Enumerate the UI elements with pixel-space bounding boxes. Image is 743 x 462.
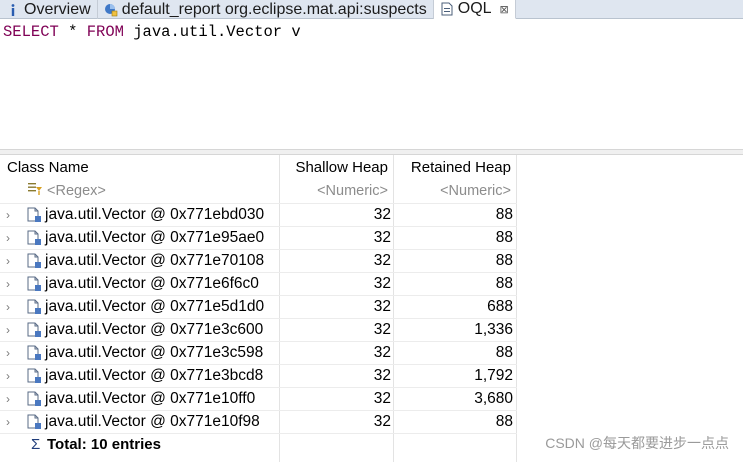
cell-retained-heap: 88 — [495, 344, 513, 361]
column-header-retained-heap[interactable]: Retained Heap — [394, 155, 515, 180]
expand-arrow-icon[interactable]: › — [6, 365, 16, 387]
table-row[interactable]: › java.util.Vector @ 0x771ebd030 32 88 — [0, 203, 517, 226]
tab-default-report[interactable]: default_report org.eclipse.mat.api:suspe… — [98, 0, 434, 19]
query-text: * — [58, 23, 87, 41]
query-keyword-select: SELECT — [3, 23, 59, 41]
object-instance-icon — [26, 368, 42, 384]
column-header-class-name[interactable]: Class Name — [7, 155, 277, 180]
cell-shallow-heap: 32 — [373, 275, 391, 292]
expand-arrow-icon[interactable]: › — [6, 204, 16, 226]
watermark: CSDN @每天都要进步一点点 — [545, 435, 729, 451]
editor-tab-bar: Overview default_report org.eclipse.mat.… — [0, 0, 743, 19]
oql-query-editor[interactable]: SELECT * FROM java.util.Vector v — [0, 20, 743, 148]
cell-class-name: java.util.Vector @ 0x771e3c598 — [45, 344, 264, 361]
tab-label: default_report org.eclipse.mat.api:suspe… — [121, 0, 427, 18]
cell-class-name: java.util.Vector @ 0x771e3bcd8 — [45, 367, 264, 384]
expand-arrow-icon[interactable]: › — [6, 250, 16, 272]
total-row: Σ Total: 10 entries — [0, 433, 517, 456]
close-icon[interactable]: ⊠ — [500, 3, 509, 16]
object-instance-icon — [26, 391, 42, 407]
table-row[interactable]: › java.util.Vector @ 0x771e3bcd8 32 1,792 — [0, 364, 517, 387]
cell-shallow-heap: 32 — [373, 229, 391, 246]
table-row[interactable]: › java.util.Vector @ 0x771e10f98 32 88 — [0, 410, 517, 433]
object-instance-icon — [26, 322, 42, 338]
filter-retained-input[interactable]: <Numeric> — [394, 180, 515, 202]
expand-arrow-icon[interactable]: › — [6, 411, 16, 433]
query-text: java.util.Vector v — [123, 23, 301, 41]
object-instance-icon — [26, 253, 42, 269]
cell-retained-heap: 88 — [495, 206, 513, 223]
query-keyword-from: FROM — [86, 23, 124, 41]
tab-overview[interactable]: Overview — [0, 0, 98, 19]
object-instance-icon — [26, 345, 42, 361]
expand-arrow-icon[interactable]: › — [6, 342, 16, 364]
cell-retained-heap: 88 — [495, 229, 513, 246]
cell-shallow-heap: 32 — [373, 390, 391, 407]
table-row[interactable]: › java.util.Vector @ 0x771e6f6c0 32 88 — [0, 272, 517, 295]
cell-class-name: java.util.Vector @ 0x771e5d1d0 — [45, 298, 265, 315]
table-row[interactable]: › java.util.Vector @ 0x771e3c600 32 1,336 — [0, 318, 517, 341]
table-row[interactable]: › java.util.Vector @ 0x771e3c598 32 88 — [0, 341, 517, 364]
filter-shallow-input[interactable]: <Numeric> — [280, 180, 392, 202]
table-row[interactable]: › java.util.Vector @ 0x771e70108 32 88 — [0, 249, 517, 272]
cell-shallow-heap: 32 — [373, 206, 391, 223]
result-table: Class Name Shallow Heap Retained Heap <R… — [0, 155, 743, 462]
cell-retained-heap: 688 — [487, 298, 513, 315]
cell-class-name: java.util.Vector @ 0x771e3c600 — [45, 321, 264, 338]
table-row[interactable]: › java.util.Vector @ 0x771e5d1d0 32 688 — [0, 295, 517, 318]
table-row[interactable]: › java.util.Vector @ 0x771e10ff0 32 3,680 — [0, 387, 517, 410]
expand-arrow-icon[interactable]: › — [6, 227, 16, 249]
cell-shallow-heap: 32 — [373, 413, 391, 430]
object-instance-icon — [26, 414, 42, 430]
expand-arrow-icon[interactable]: › — [6, 296, 16, 318]
sum-icon: Σ — [31, 436, 41, 453]
info-icon — [6, 3, 20, 17]
object-instance-icon — [26, 276, 42, 292]
cell-shallow-heap: 32 — [373, 321, 391, 338]
object-instance-icon — [26, 230, 42, 246]
report-icon — [104, 3, 118, 17]
cell-class-name: java.util.Vector @ 0x771ebd030 — [45, 206, 265, 223]
total-label: Total: 10 entries — [47, 436, 161, 453]
column-header-shallow-heap[interactable]: Shallow Heap — [280, 155, 392, 180]
cell-shallow-heap: 32 — [373, 367, 391, 384]
cell-class-name: java.util.Vector @ 0x771e10f98 — [45, 413, 260, 430]
tab-label: OQL — [457, 0, 492, 17]
cell-retained-heap: 88 — [495, 275, 513, 292]
tab-oql[interactable]: OQL ⊠ — [433, 0, 516, 19]
oql-icon — [440, 2, 454, 16]
cell-retained-heap: 3,680 — [474, 390, 513, 407]
expand-arrow-icon[interactable]: › — [6, 273, 16, 295]
cell-shallow-heap: 32 — [373, 344, 391, 361]
cell-class-name: java.util.Vector @ 0x771e10ff0 — [45, 390, 256, 407]
cell-shallow-heap: 32 — [373, 298, 391, 315]
object-instance-icon — [26, 299, 42, 315]
cell-retained-heap: 88 — [495, 252, 513, 269]
tab-label: Overview — [24, 0, 91, 18]
filter-regex-input[interactable]: <Regex> — [47, 180, 277, 202]
object-instance-icon — [26, 207, 42, 223]
cell-class-name: java.util.Vector @ 0x771e70108 — [45, 252, 265, 269]
table-row[interactable]: › java.util.Vector @ 0x771e95ae0 32 88 — [0, 226, 517, 249]
cell-retained-heap: 1,792 — [474, 367, 513, 384]
cell-class-name: java.util.Vector @ 0x771e6f6c0 — [45, 275, 259, 292]
cell-shallow-heap: 32 — [373, 252, 391, 269]
expand-arrow-icon[interactable]: › — [6, 388, 16, 410]
cell-retained-heap: 88 — [495, 413, 513, 430]
cell-retained-heap: 1,336 — [474, 321, 513, 338]
filter-icon — [27, 181, 43, 197]
expand-arrow-icon[interactable]: › — [6, 319, 16, 341]
cell-class-name: java.util.Vector @ 0x771e95ae0 — [45, 229, 265, 246]
